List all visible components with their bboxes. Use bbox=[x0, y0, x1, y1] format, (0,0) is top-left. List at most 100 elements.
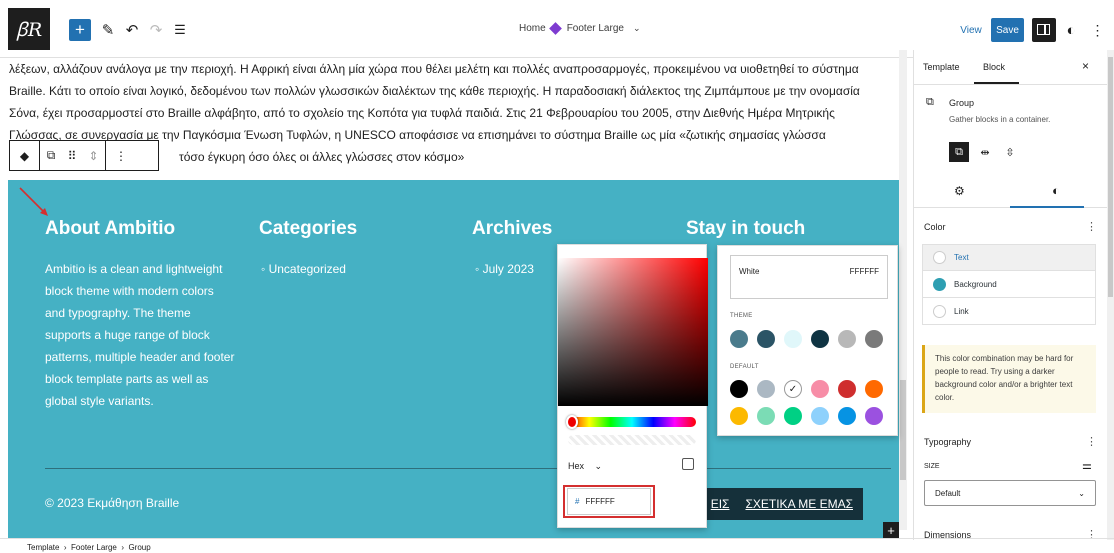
document-overview-icon[interactable]: ☰ bbox=[172, 19, 188, 41]
current-color-display[interactable]: White FFFFFF bbox=[730, 255, 888, 299]
settings-styles-tabs: ⚙ ◐ bbox=[914, 175, 1107, 208]
site-logo[interactable]: ꞵR bbox=[8, 8, 50, 50]
link-color-swatch bbox=[933, 304, 946, 318]
view-button[interactable]: View bbox=[960, 19, 982, 41]
active-subtab-indicator bbox=[1010, 206, 1084, 208]
pen-tool-icon[interactable]: ✎ bbox=[100, 19, 116, 41]
archives-item-label: July 2023 bbox=[482, 262, 534, 276]
color-format-select[interactable]: Hex ⌄ bbox=[568, 461, 602, 472]
color-background-item[interactable]: Background bbox=[922, 271, 1096, 298]
drag-handle-icon[interactable]: ⠿ bbox=[62, 141, 82, 170]
font-size-select[interactable]: Default ⌄ bbox=[924, 480, 1096, 506]
block-options-icon[interactable]: ⋮ bbox=[106, 141, 136, 170]
chevron-down-icon[interactable]: ⌄ bbox=[633, 23, 641, 34]
group-variation-icon[interactable]: ⧉ bbox=[949, 142, 969, 162]
sidebar-tabs: Template Block × bbox=[914, 50, 1107, 85]
settings-panel-icon[interactable] bbox=[1032, 18, 1056, 42]
color-swatch[interactable] bbox=[757, 407, 775, 425]
tab-template[interactable]: Template bbox=[923, 62, 960, 72]
color-swatch[interactable] bbox=[838, 380, 856, 398]
color-options-icon[interactable]: ⋮ bbox=[1086, 220, 1097, 233]
color-swatch[interactable]: ✓ bbox=[784, 380, 802, 398]
highlight-box bbox=[563, 485, 655, 518]
archives-list-item[interactable]: ◦ July 2023 bbox=[475, 258, 534, 280]
hue-slider-handle[interactable] bbox=[566, 415, 578, 429]
undo-icon[interactable]: ↶ bbox=[124, 19, 140, 41]
color-swatch[interactable] bbox=[811, 330, 829, 348]
color-swatch[interactable] bbox=[865, 330, 883, 348]
copyright-text: © 2023 Εκμάθηση Braille bbox=[45, 496, 180, 510]
alpha-slider[interactable] bbox=[568, 435, 696, 445]
breadcrumb-page[interactable]: Footer Large bbox=[567, 23, 624, 34]
color-panel-heading: Color bbox=[924, 222, 946, 232]
color-swatch[interactable] bbox=[838, 407, 856, 425]
about-heading: About Ambitio bbox=[45, 218, 176, 239]
block-breadcrumb: Template › Footer Large › Group bbox=[0, 538, 1114, 553]
row-variation-icon[interactable]: ⇹ bbox=[975, 142, 995, 162]
copy-icon[interactable] bbox=[682, 458, 694, 470]
color-background-label: Background bbox=[954, 279, 997, 289]
color-swatch[interactable] bbox=[865, 407, 883, 425]
move-updown-icon[interactable]: ⇕ bbox=[82, 141, 106, 170]
redo-icon[interactable]: ↷ bbox=[148, 19, 164, 41]
color-swatch[interactable] bbox=[757, 380, 775, 398]
default-label: DEFAULT bbox=[730, 364, 759, 370]
breadcrumb-group[interactable]: Group bbox=[128, 543, 150, 552]
text-color-swatch bbox=[933, 251, 946, 264]
more-options-icon[interactable]: ⋮ bbox=[1088, 19, 1106, 41]
block-description: Gather blocks in a container. bbox=[949, 115, 1051, 124]
add-block-inline-button[interactable]: + bbox=[883, 522, 899, 538]
font-size-label: SIZE bbox=[924, 463, 940, 470]
stack-variation-icon[interactable]: ⇳ bbox=[1000, 142, 1020, 162]
color-swatch[interactable] bbox=[757, 330, 775, 348]
paragraph-line: λέξεων, αλλάζουν ανάλογα με την περιοχή.… bbox=[9, 62, 859, 76]
saturation-area[interactable] bbox=[558, 258, 708, 406]
color-text-label: Text bbox=[954, 253, 969, 262]
add-block-button[interactable]: + bbox=[69, 19, 91, 41]
chevron-down-icon: ⌄ bbox=[594, 461, 603, 471]
breadcrumb-template[interactable]: Template bbox=[27, 543, 59, 552]
save-button[interactable]: Save bbox=[991, 18, 1024, 42]
color-text-item[interactable]: Text bbox=[922, 244, 1096, 271]
styles-icon[interactable]: ◐ bbox=[1062, 19, 1080, 41]
typography-options-icon[interactable]: ⋮ bbox=[1086, 435, 1097, 448]
breadcrumb-home[interactable]: Home bbox=[519, 23, 546, 34]
color-link-label: Link bbox=[954, 306, 969, 316]
sidebar-scrollbar-thumb[interactable] bbox=[1108, 57, 1113, 297]
color-swatch[interactable] bbox=[811, 407, 829, 425]
paragraph-line: Σόνα, έχει προσαρμοστεί στο Braille αλφά… bbox=[9, 106, 835, 120]
block-name: Group bbox=[949, 98, 975, 108]
hue-slider[interactable] bbox=[568, 417, 696, 427]
color-swatch[interactable] bbox=[811, 380, 829, 398]
color-swatch[interactable] bbox=[784, 330, 802, 348]
canvas-scrollbar-thumb[interactable] bbox=[900, 380, 906, 480]
block-type-diamond-icon[interactable]: ◆ bbox=[10, 141, 40, 170]
settings-gear-icon[interactable]: ⚙ bbox=[954, 184, 965, 198]
breadcrumb-footer-large[interactable]: Footer Large bbox=[71, 543, 117, 552]
color-swatch[interactable] bbox=[865, 380, 883, 398]
nav-link[interactable]: ΕΙΣ bbox=[711, 497, 730, 511]
stay-in-touch-heading: Stay in touch bbox=[686, 218, 806, 239]
contrast-warning-notice: This color combination may be hard for p… bbox=[922, 345, 1096, 413]
color-swatch[interactable] bbox=[730, 380, 748, 398]
color-swatch[interactable] bbox=[838, 330, 856, 348]
color-link-item[interactable]: Link bbox=[922, 298, 1096, 325]
categories-list-item[interactable]: ◦ Uncategorized bbox=[261, 258, 346, 280]
template-part-icon bbox=[548, 22, 562, 35]
close-icon[interactable]: × bbox=[1082, 59, 1089, 73]
styles-half-circle-icon[interactable]: ◐ bbox=[1052, 183, 1060, 198]
color-swatch[interactable] bbox=[730, 407, 748, 425]
tab-block[interactable]: Block bbox=[983, 62, 1005, 72]
group-block-icon: ⧉ bbox=[926, 96, 934, 108]
color-swatch[interactable] bbox=[784, 407, 802, 425]
document-breadcrumb[interactable]: Home Footer Large ⌄ bbox=[519, 22, 641, 35]
group-icon[interactable]: ⧉ bbox=[40, 141, 62, 170]
chevron-right-icon: › bbox=[61, 543, 72, 552]
block-toolbar: ◆ ⧉ ⠿ ⇕ ⋮ bbox=[9, 140, 159, 171]
background-color-swatch bbox=[933, 277, 946, 291]
custom-size-toggle-icon[interactable]: ⚌ bbox=[1082, 459, 1092, 472]
nav-link-about[interactable]: ΣΧΕΤΙΚΑ ΜΕ ΕΜΑΣ bbox=[745, 497, 853, 511]
color-swatch[interactable] bbox=[730, 330, 748, 348]
theme-label: THEME bbox=[730, 313, 753, 319]
categories-heading: Categories bbox=[259, 218, 358, 239]
